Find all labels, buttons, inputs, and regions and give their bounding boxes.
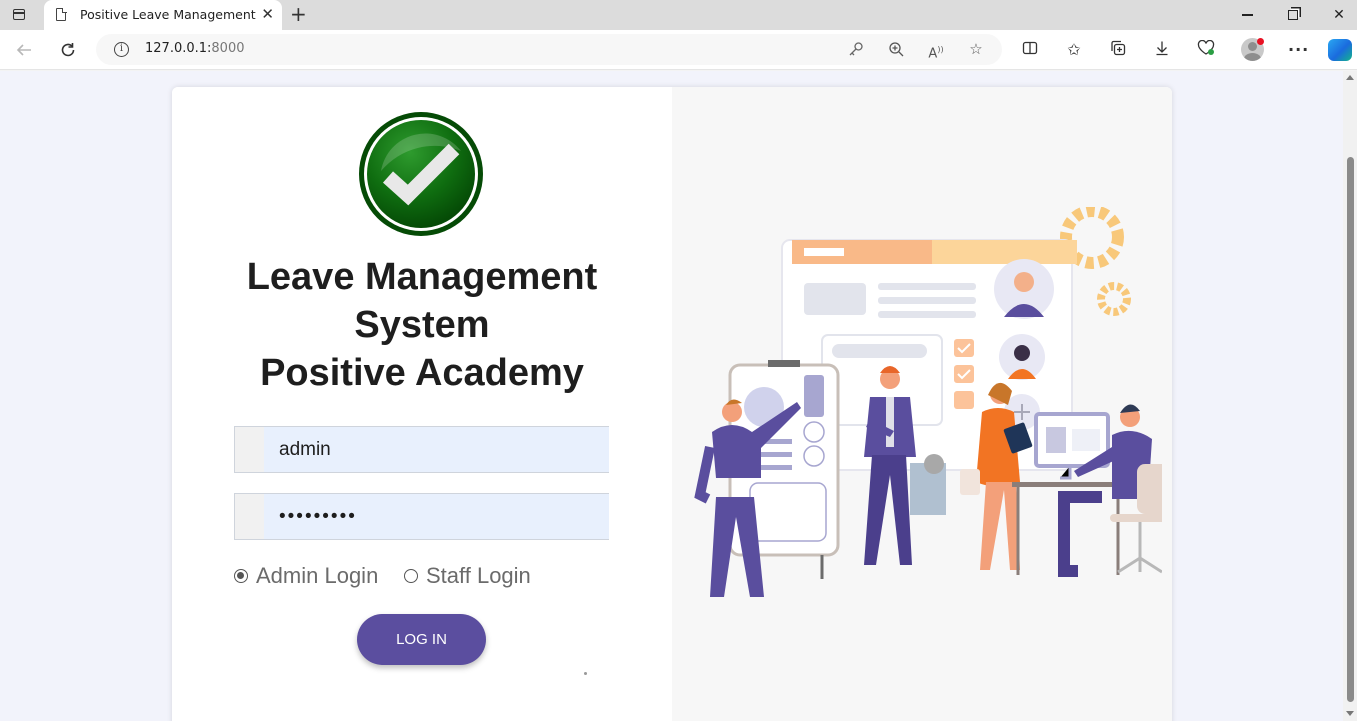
username-prefix [235,427,264,472]
login-card: Leave Management System Positive Academy… [172,87,1172,721]
scroll-down-icon[interactable] [1346,711,1354,716]
favorites-icon[interactable]: ✩ [1064,40,1084,60]
login-button[interactable]: LOG IN [357,614,486,665]
url-text[interactable]: 127.0.0.1:8000 [145,41,245,56]
login-panel: Leave Management System Positive Academy… [172,87,672,721]
restore-button[interactable] [1270,0,1316,30]
browser-essentials-icon[interactable] [1196,39,1216,60]
title-line-2: System [354,304,490,346]
refresh-icon[interactable] [57,39,79,61]
close-tab-icon[interactable]: ✕ [261,5,274,23]
new-tab-button[interactable]: + [290,4,307,24]
staff-login-radio[interactable] [404,569,418,583]
illustration-panel [672,87,1172,721]
admin-login-radio[interactable] [234,569,248,583]
scroll-thumb[interactable] [1347,157,1354,702]
username-field [234,426,609,473]
browser-tabstrip: Positive Leave Management ✕ + ✕ [0,0,1357,30]
staff-login-label: Staff Login [426,563,531,588]
tab-title: Positive Leave Management [80,7,256,22]
site-info-icon[interactable]: i [114,42,129,57]
downloads-icon[interactable] [1152,40,1172,60]
page-viewport: Leave Management System Positive Academy… [0,71,1343,721]
team-management-illustration [694,207,1162,597]
collections-icon[interactable] [1108,40,1128,60]
browser-toolbar: i 127.0.0.1:8000 A)) ☆ ✩ ··· [0,30,1357,70]
minimize-button[interactable] [1224,0,1270,30]
page-scrollbar[interactable] [1343,71,1357,721]
title-line-3: Positive Academy [260,352,584,394]
browser-tab[interactable]: Positive Leave Management ✕ [44,0,282,30]
favorite-star-icon[interactable]: ☆ [967,41,985,58]
password-input[interactable] [264,494,609,539]
staff-login-option[interactable]: Staff Login [404,563,531,589]
zoom-icon[interactable] [887,41,905,61]
address-bar[interactable]: i 127.0.0.1:8000 A)) ☆ [96,34,1002,65]
split-screen-icon[interactable] [1020,40,1040,60]
green-checkmark-icon [359,112,483,236]
page-icon [56,7,67,21]
back-arrow-icon[interactable] [13,39,35,61]
scroll-up-icon[interactable] [1346,75,1354,80]
decorative-dot [584,672,587,675]
username-input[interactable] [264,427,609,472]
password-field [234,493,609,540]
read-aloud-icon[interactable]: A)) [927,41,945,62]
copilot-icon[interactable] [1328,39,1352,61]
password-prefix [235,494,264,539]
close-window-button[interactable]: ✕ [1316,0,1357,30]
notification-dot [1257,38,1264,45]
page-title: Leave Management System Positive Academy [172,253,672,397]
tab-actions-icon[interactable] [8,6,30,24]
admin-login-label: Admin Login [256,563,379,588]
title-line-1: Leave Management [246,256,598,298]
admin-login-option[interactable]: Admin Login [234,563,378,589]
key-icon[interactable] [847,41,865,61]
more-options-icon[interactable]: ··· [1288,40,1308,60]
